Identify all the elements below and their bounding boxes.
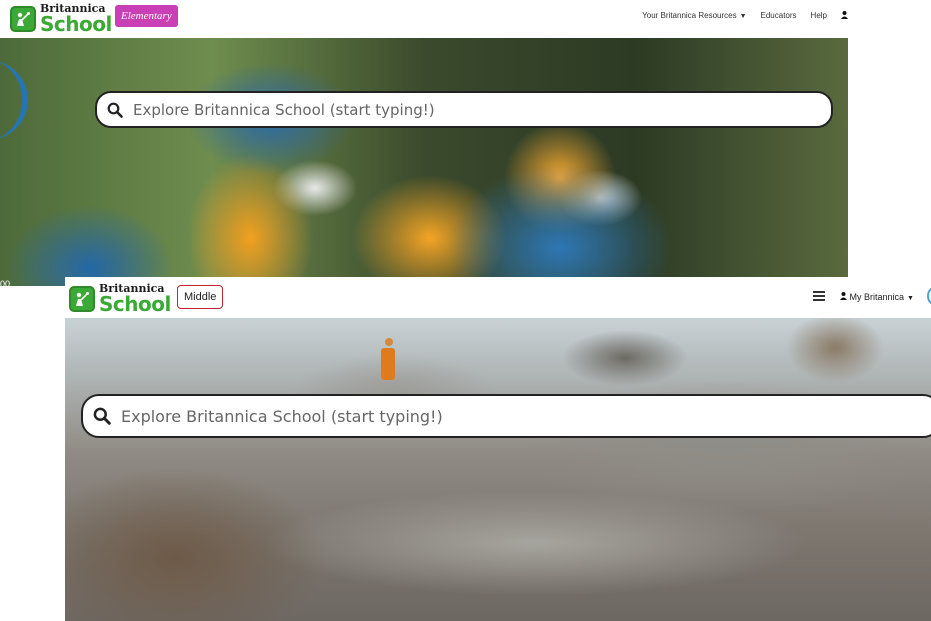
- menu-icon[interactable]: [813, 291, 825, 301]
- britannica-school-logo[interactable]: Britannica School: [10, 3, 112, 34]
- middle-window: Britannica School Middle My Britannica ▼: [65, 277, 931, 621]
- logo-text-school: School: [99, 292, 171, 316]
- caret-down-icon: ▼: [907, 295, 914, 302]
- caret-down-icon: ▼: [739, 13, 747, 20]
- help-link[interactable]: Help: [811, 11, 827, 21]
- middle-search-bar[interactable]: Explore Britannica School (start typing!…: [81, 394, 931, 438]
- middle-search-placeholder: Explore Britannica School (start typing!…: [121, 406, 443, 426]
- search-icon: [107, 102, 123, 118]
- my-britannica-dropdown[interactable]: My Britannica ▼: [840, 292, 914, 302]
- edge-mark: 00: [0, 279, 11, 286]
- elementary-search-placeholder: Explore Britannica School (start typing!…: [133, 100, 435, 119]
- elementary-search-bar[interactable]: Explore Britannica School (start typing!…: [95, 91, 833, 128]
- britannica-school-logo[interactable]: Britannica School: [69, 283, 171, 314]
- hero-figure: [381, 338, 397, 398]
- user-icon: [840, 292, 847, 300]
- elementary-window: Britannica School Elementary Your Britan…: [0, 0, 848, 286]
- elementary-top-menu: Your Britannica Resources ▼ Educators Hel…: [642, 11, 848, 21]
- logo-text-school: School: [40, 12, 112, 36]
- resources-dropdown[interactable]: Your Britannica Resources ▼: [642, 11, 746, 21]
- resources-label: Your Britannica Resources: [642, 11, 737, 20]
- middle-hero-image: [65, 318, 931, 621]
- search-icon: [93, 407, 111, 425]
- my-britannica-label: My Britannica: [849, 292, 905, 302]
- logo-icon: [69, 285, 95, 312]
- middle-navbar: Britannica School Middle My Britannica ▼: [65, 277, 931, 318]
- user-icon[interactable]: [841, 11, 848, 21]
- profile-circle-icon[interactable]: [927, 287, 931, 305]
- logo-icon: [10, 5, 36, 32]
- elementary-level-badge[interactable]: Elementary: [115, 5, 178, 27]
- elementary-hero-image: [0, 38, 848, 286]
- educators-link[interactable]: Educators: [761, 11, 797, 21]
- elementary-navbar: Britannica School Elementary Your Britan…: [0, 0, 848, 38]
- middle-level-badge[interactable]: Middle: [177, 285, 224, 309]
